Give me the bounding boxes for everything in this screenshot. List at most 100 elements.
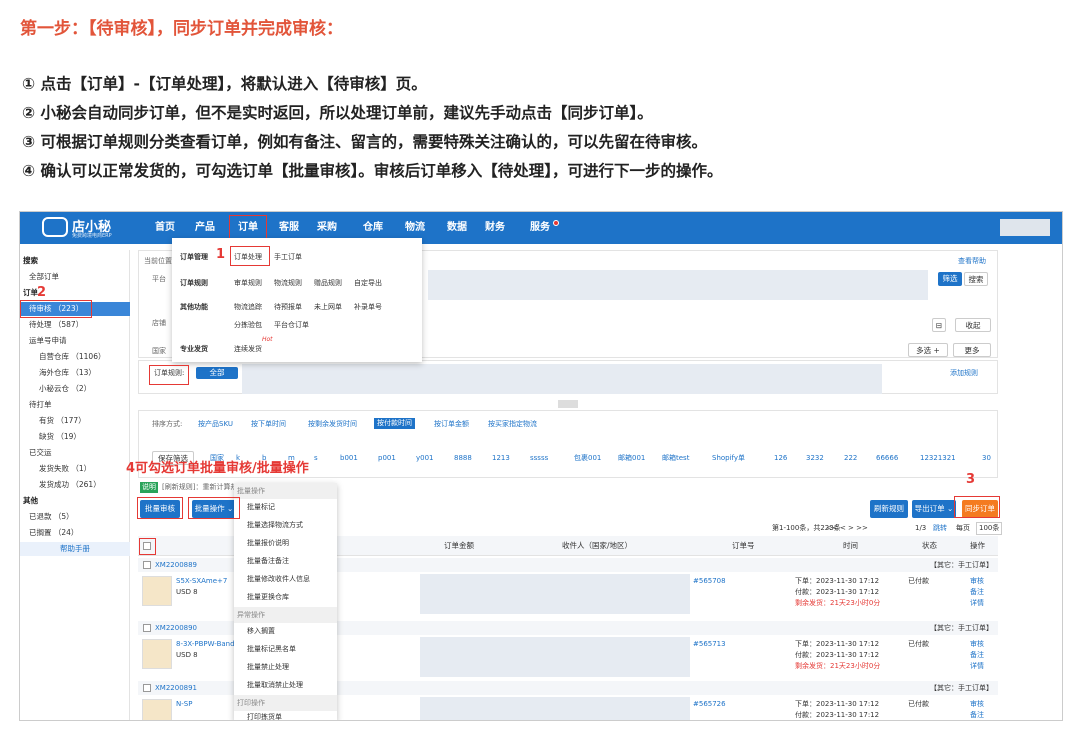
sidebar-search[interactable]: 搜索 [23, 254, 38, 268]
refresh-rules-button[interactable]: 刷新规则 [870, 500, 908, 518]
dd-manual-order[interactable]: 手工订单 [274, 252, 302, 262]
filter-tag[interactable]: 66666 [876, 453, 898, 464]
more-button[interactable]: 更多 [953, 343, 991, 357]
filter-tag[interactable]: 1213 [492, 453, 510, 464]
collapse-icon[interactable]: ⊟ [932, 318, 946, 332]
dd-func-sort[interactable]: 分拣验包 [234, 320, 262, 330]
order-rule-all[interactable]: 全部 （223） [196, 367, 238, 389]
filter-tag[interactable]: Shopify单 [712, 453, 745, 464]
sidebar-item-own-wh[interactable]: 自营仓库 （1106） [39, 350, 105, 364]
add-rule-link[interactable]: 添加规则 [950, 368, 978, 379]
nav-data[interactable]: 数据 [440, 212, 474, 244]
sort-buyer-logistics[interactable]: 按买家指定物流 [488, 419, 537, 430]
dd-func-platform-wh[interactable]: 平台仓订单 [274, 320, 309, 330]
dd-func-offline[interactable]: 未上网单 [314, 302, 342, 312]
dd-rule-gift[interactable]: 赠品规则 [314, 278, 342, 288]
row-checkbox[interactable] [143, 624, 151, 632]
sidebar-item-in-stock[interactable]: 有货 （177） [39, 414, 86, 428]
help-link[interactable]: 查看帮助 [958, 256, 986, 267]
sidebar-item-tracking-apply[interactable]: 运单号申请 [29, 334, 67, 348]
filter-tag[interactable]: 邮箱001 [618, 453, 645, 464]
filter-tag[interactable]: 12321321 [920, 453, 956, 464]
sort-amount[interactable]: 按订单金额 [434, 419, 469, 430]
sidebar-item-pending-process[interactable]: 待处理 （587） [29, 318, 83, 332]
product-thumbnail[interactable] [142, 576, 172, 606]
dd-func-supplement[interactable]: 补录单号 [354, 302, 382, 312]
bulk-warehouse[interactable]: 批量更换仓库 [234, 589, 337, 605]
bulk-quote[interactable]: 批量报价说明 [234, 535, 337, 551]
dd-rule-logistics[interactable]: 物流规则 [274, 278, 302, 288]
sidebar-item-overseas-wh[interactable]: 海外仓库 （13） [39, 366, 96, 380]
row-checkbox[interactable] [143, 684, 151, 692]
bulk-remark[interactable]: 批量备注备注 [234, 553, 337, 569]
row-action[interactable]: 审核 [970, 576, 984, 587]
order-id[interactable]: XM2200890 [155, 623, 197, 634]
bulk-blacklist[interactable]: 批量标记黑名单 [234, 641, 337, 657]
bulk-forbid[interactable]: 批量禁止处理 [234, 659, 337, 675]
filter-tag[interactable]: y001 [416, 453, 434, 464]
filter-tag[interactable]: 222 [844, 453, 857, 464]
sidebar-item-ship-success[interactable]: 发货成功 （261） [39, 478, 101, 492]
product-thumbnail[interactable] [142, 699, 172, 720]
search-button[interactable]: 搜索 [964, 272, 988, 286]
order-number[interactable]: #565708 [693, 576, 726, 587]
dd-func-forecast[interactable]: 待预报单 [274, 302, 302, 312]
order-number[interactable]: #565713 [693, 639, 726, 650]
bulk-unforbid[interactable]: 批量取消禁止处理 [234, 677, 337, 693]
per-page-select[interactable]: 100条 [976, 522, 1003, 535]
pagination-controls[interactable]: << < > >> [826, 523, 868, 534]
sidebar-item-to-print[interactable]: 待打单 [29, 398, 52, 412]
filter-tag[interactable]: 30 [982, 453, 991, 464]
product-thumbnail[interactable] [142, 639, 172, 669]
product-sku[interactable]: S5X-SXAme+7 [176, 576, 227, 587]
row-action[interactable]: 备注 [970, 650, 984, 661]
bulk-logistics[interactable]: 批量选择物流方式 [234, 517, 337, 533]
sort-sku[interactable]: 按产品SKU [198, 419, 233, 430]
bulk-mark[interactable]: 批量标记 [234, 499, 337, 515]
nav-finance[interactable]: 财务 [478, 212, 512, 244]
export-orders-button[interactable]: 导出订单 ⌄ [912, 500, 956, 518]
sort-remaining-time[interactable]: 按剩余发货时间 [308, 419, 357, 430]
filter-tag[interactable]: 3232 [806, 453, 824, 464]
dd-func-track[interactable]: 物流追踪 [234, 302, 262, 312]
row-action[interactable]: 详情 [970, 598, 984, 609]
collapse-button[interactable]: 收起 [955, 318, 991, 332]
row-action[interactable]: 详情 [970, 661, 984, 672]
filter-tag[interactable]: b001 [340, 453, 358, 464]
order-number[interactable]: #565726 [693, 699, 726, 710]
expand-arrow-icon[interactable] [558, 400, 578, 408]
filter-button[interactable]: 筛选 [938, 272, 962, 286]
sidebar-item-ship-failed[interactable]: 发货失败 （1） [39, 462, 91, 476]
bulk-recipient[interactable]: 批量修改收件人信息 [234, 571, 337, 587]
dd-rule-export[interactable]: 自定导出 [354, 278, 382, 288]
dd-rule-review[interactable]: 审单规则 [234, 278, 262, 288]
row-action[interactable]: 审核 [970, 699, 984, 710]
row-action[interactable]: 备注 [970, 587, 984, 598]
sidebar-item-refunded[interactable]: 已退款 （5） [29, 510, 74, 524]
filter-tag[interactable]: 8888 [454, 453, 472, 464]
row-checkbox[interactable] [143, 561, 151, 569]
filter-tag[interactable]: 包裹001 [574, 453, 601, 464]
row-action[interactable]: 备注 [970, 710, 984, 720]
filter-tag[interactable]: sssss [530, 453, 548, 464]
sidebar-help-manual[interactable]: 帮助手册 [20, 542, 130, 556]
sidebar-item-on-hold[interactable]: 已搁置 （24） [29, 526, 78, 540]
filter-tag[interactable]: s [314, 453, 318, 464]
sidebar-item-shipped[interactable]: 已交运 [29, 446, 52, 460]
sidebar-item-xiaomi-wh[interactable]: 小秘云仓 （2） [39, 382, 91, 396]
bulk-hold[interactable]: 移入搁置 [234, 623, 337, 639]
sidebar-item-out-of-stock[interactable]: 缺货 （19） [39, 430, 81, 444]
product-sku[interactable]: 8-3X-PBPW-Band [176, 639, 235, 650]
sort-pay-time[interactable]: 按付款时间 [374, 418, 415, 429]
product-sku[interactable]: N-SP [176, 699, 192, 710]
sidebar-all-orders[interactable]: 全部订单 [29, 270, 59, 284]
user-avatar[interactable] [1000, 219, 1050, 236]
filter-tag[interactable]: 邮箱test [662, 453, 689, 464]
filter-tag[interactable]: 126 [774, 453, 787, 464]
row-action[interactable]: 审核 [970, 639, 984, 650]
dd-continuous-ship[interactable]: 连续发货 [234, 344, 262, 354]
order-id[interactable]: XM2200889 [155, 560, 197, 571]
filter-tag[interactable]: p001 [378, 453, 396, 464]
nav-services[interactable]: 服务 [523, 212, 557, 244]
multi-select-button[interactable]: 多选 + [908, 343, 948, 357]
